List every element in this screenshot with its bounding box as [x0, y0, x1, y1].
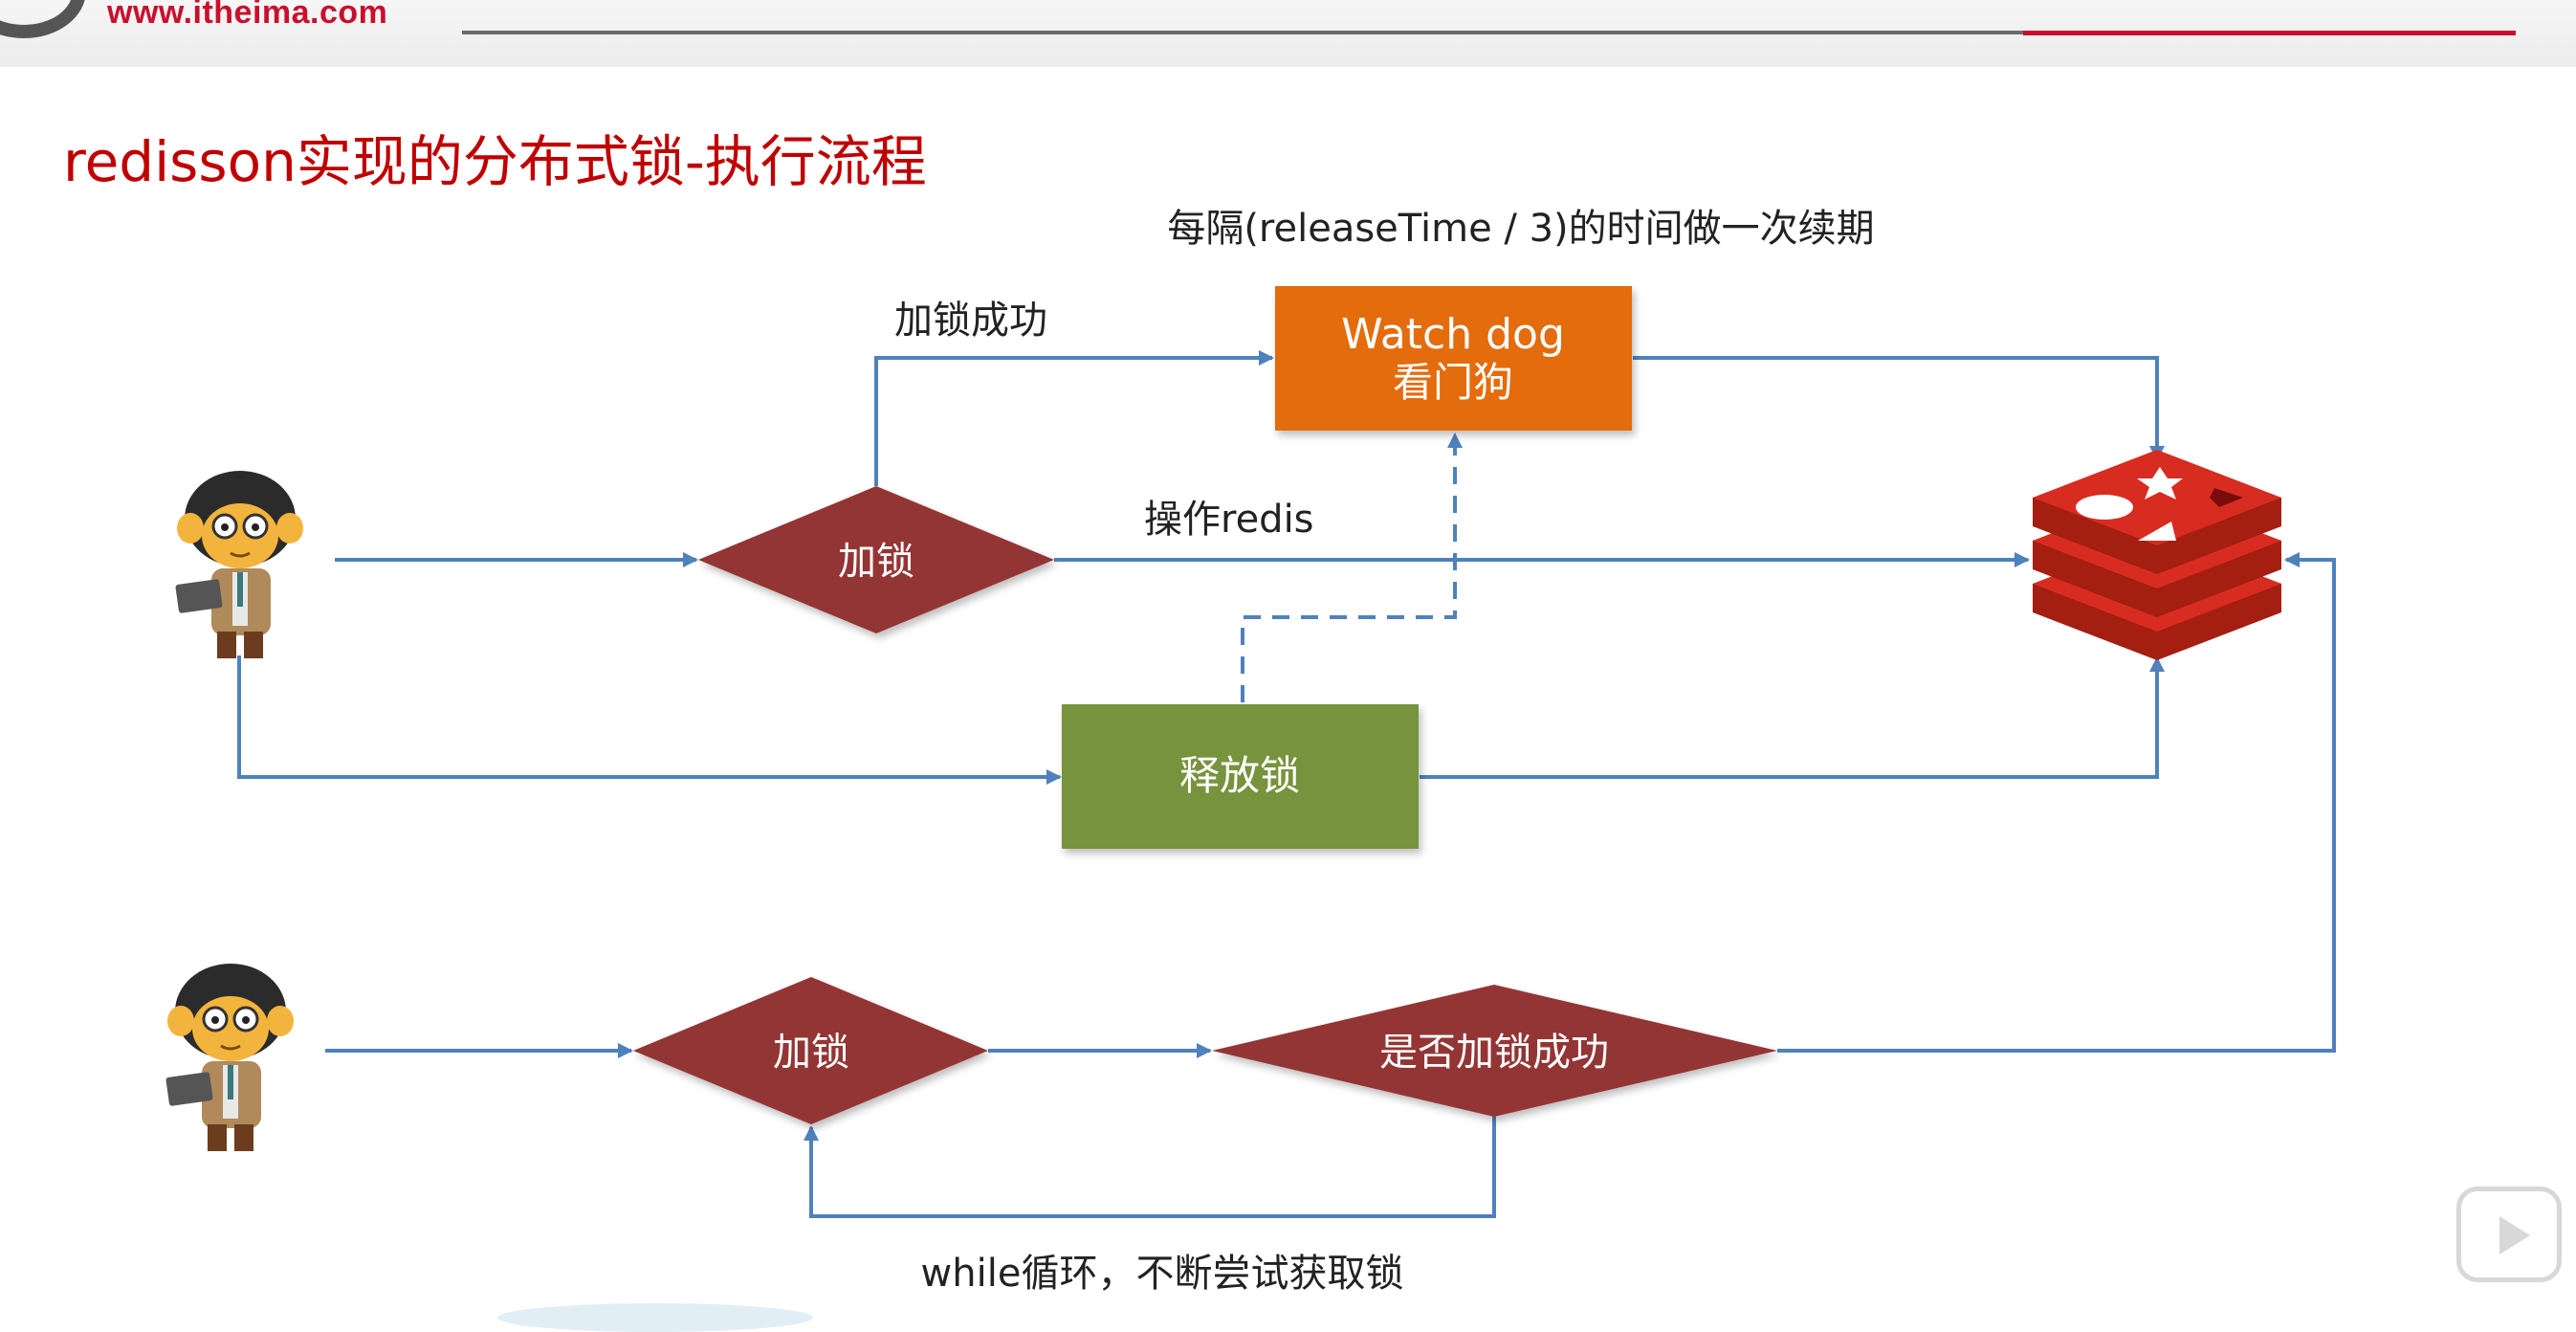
release-label: 释放锁 [1179, 752, 1300, 799]
arrow-check-to-redis [1777, 552, 2336, 1053]
arrow-release-to-redis [1420, 656, 2165, 779]
avatar-icon [175, 471, 303, 658]
lock-check-label: 是否加锁成功 [1379, 1031, 1609, 1075]
arrow-avatar-to-release [237, 655, 1062, 785]
redis-logo-icon [2033, 450, 2281, 660]
avatar-icon [165, 964, 294, 1151]
arrow-while-loop [804, 1115, 1496, 1218]
while-loop-label: while循环，不断尝试获取锁 [921, 1252, 1404, 1296]
flow-diagram: Watch dog 看门狗 加锁 释放锁 加锁 是否加锁成功 每隔(releas… [165, 207, 2336, 1296]
video-play-icon[interactable] [2456, 1187, 2562, 1282]
arrow-watchdog-to-redis [1633, 356, 2165, 461]
renew-note: 每隔(releaseTime / 3)的时间做一次续期 [1167, 207, 1874, 251]
watchdog-label-line1: Watch dog [1341, 310, 1565, 359]
decorative-cloud [497, 1303, 813, 1332]
operate-redis-label: 操作redis [1144, 498, 1314, 542]
arrow-release-dashed-to-watchdog [1241, 433, 1463, 702]
arrow-lock-success-to-watchdog [874, 350, 1274, 486]
watchdog-label-line2: 看门狗 [1393, 359, 1513, 406]
lock-success-label: 加锁成功 [894, 299, 1047, 343]
lock-bottom-label: 加锁 [773, 1031, 849, 1075]
lock-top-label: 加锁 [838, 540, 914, 584]
